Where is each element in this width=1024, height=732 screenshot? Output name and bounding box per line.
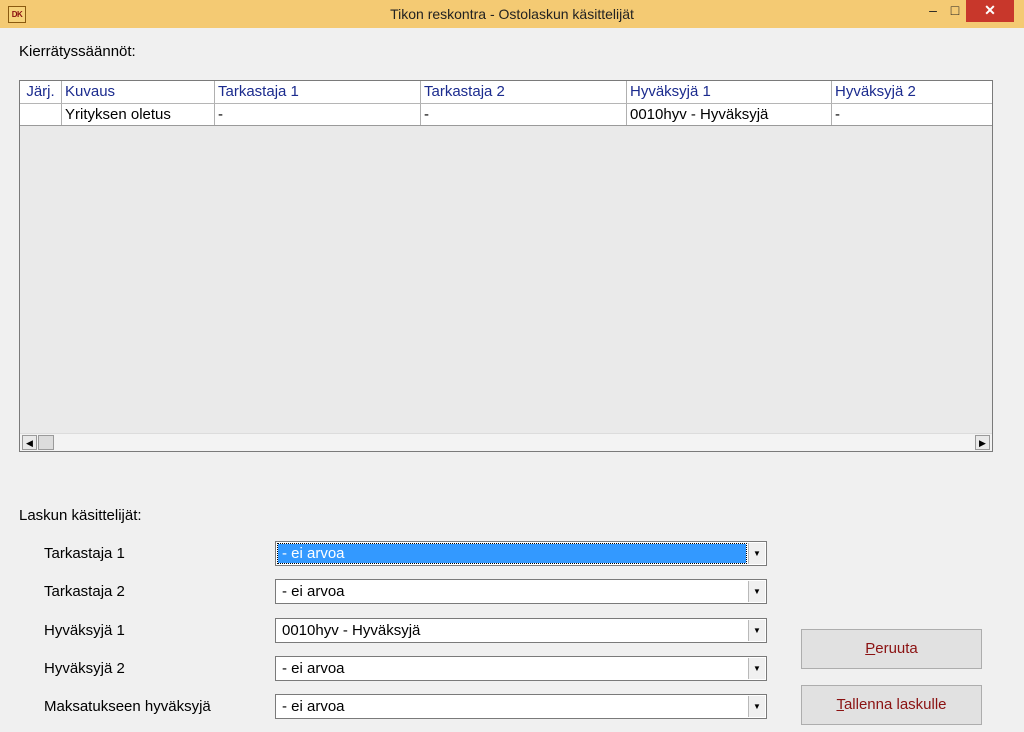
window-title: Tikon reskontra - Ostolaskun käsittelijä… bbox=[390, 6, 634, 22]
checker-2-value: - ei arvoa bbox=[282, 583, 345, 600]
chevron-down-icon[interactable]: ▼ bbox=[748, 658, 765, 679]
rules-table[interactable]: Järj. Kuvaus Tarkastaja 1 Tarkastaja 2 H… bbox=[19, 80, 993, 452]
close-button[interactable]: ✕ bbox=[966, 0, 1014, 22]
minimize-button[interactable]: – bbox=[922, 0, 944, 22]
column-header-order[interactable]: Järj. bbox=[20, 81, 62, 103]
approver-1-label: Hyväksyjä 1 bbox=[44, 622, 125, 639]
cell-order bbox=[20, 104, 62, 125]
cell-approver-2: - bbox=[835, 106, 840, 123]
chevron-down-icon[interactable]: ▼ bbox=[748, 620, 765, 641]
chevron-down-icon[interactable]: ▼ bbox=[748, 696, 765, 717]
scroll-right-icon[interactable]: ▶ bbox=[975, 435, 990, 450]
column-header-checker-1[interactable]: Tarkastaja 1 bbox=[215, 81, 421, 103]
handlers-heading: Laskun käsittelijät: bbox=[19, 507, 142, 524]
save-label: allenna laskulle bbox=[843, 696, 947, 713]
cell-checker-1: - bbox=[215, 104, 421, 125]
table-row[interactable]: Yrityksen oletus - - 0010hyv - Hyväksyjä… bbox=[20, 104, 992, 126]
maximize-button[interactable]: □ bbox=[944, 0, 966, 22]
approver-1-select[interactable]: 0010hyv - Hyväksyjä ▼ bbox=[275, 618, 767, 643]
cell-description: Yrityksen oletus bbox=[62, 104, 215, 125]
approver-2-select[interactable]: - ei arvoa ▼ bbox=[275, 656, 767, 681]
payment-approver-label: Maksatukseen hyväksyjä bbox=[44, 698, 211, 715]
column-header-approver-2[interactable]: Hyväksyjä 2 bbox=[832, 81, 992, 103]
cancel-button[interactable]: Peruuta bbox=[801, 629, 982, 669]
cell-checker-2: - bbox=[421, 104, 627, 125]
column-header-checker-2[interactable]: Tarkastaja 2 bbox=[421, 81, 627, 103]
column-header-description[interactable]: Kuvaus bbox=[62, 81, 215, 103]
approver-1-value: 0010hyv - Hyväksyjä bbox=[282, 622, 421, 639]
approver-2-label: Hyväksyjä 2 bbox=[44, 660, 125, 677]
title-bar: DK Tikon reskontra - Ostolaskun käsittel… bbox=[0, 0, 1024, 28]
column-header-approver-1[interactable]: Hyväksyjä 1 bbox=[627, 81, 832, 103]
table-header: Järj. Kuvaus Tarkastaja 1 Tarkastaja 2 H… bbox=[20, 81, 992, 104]
chevron-down-icon[interactable]: ▼ bbox=[748, 543, 765, 564]
payment-approver-select[interactable]: - ei arvoa ▼ bbox=[275, 694, 767, 719]
checker-1-label: Tarkastaja 1 bbox=[44, 545, 125, 562]
checker-1-select[interactable]: - ei arvoa ▼ bbox=[275, 541, 767, 566]
cell-approver-1: 0010hyv - Hyväksyjä bbox=[627, 104, 832, 125]
horizontal-scrollbar[interactable]: ◀ ▶ bbox=[20, 433, 992, 451]
save-to-invoice-button[interactable]: Tallenna laskulle bbox=[801, 685, 982, 725]
checker-2-label: Tarkastaja 2 bbox=[44, 583, 125, 600]
approver-2-value: - ei arvoa bbox=[282, 660, 345, 677]
checker-2-select[interactable]: - ei arvoa ▼ bbox=[275, 579, 767, 604]
cancel-mnemonic: P bbox=[865, 640, 876, 657]
save-mnemonic: T bbox=[836, 696, 844, 713]
scrollbar-thumb[interactable] bbox=[38, 435, 54, 450]
rules-heading: Kierrätyssäännöt: bbox=[19, 43, 136, 60]
chevron-down-icon[interactable]: ▼ bbox=[748, 581, 765, 602]
checker-1-value: - ei arvoa bbox=[277, 543, 747, 564]
payment-approver-value: - ei arvoa bbox=[282, 698, 345, 715]
scroll-left-icon[interactable]: ◀ bbox=[22, 435, 37, 450]
cancel-label: eruuta bbox=[875, 640, 918, 657]
